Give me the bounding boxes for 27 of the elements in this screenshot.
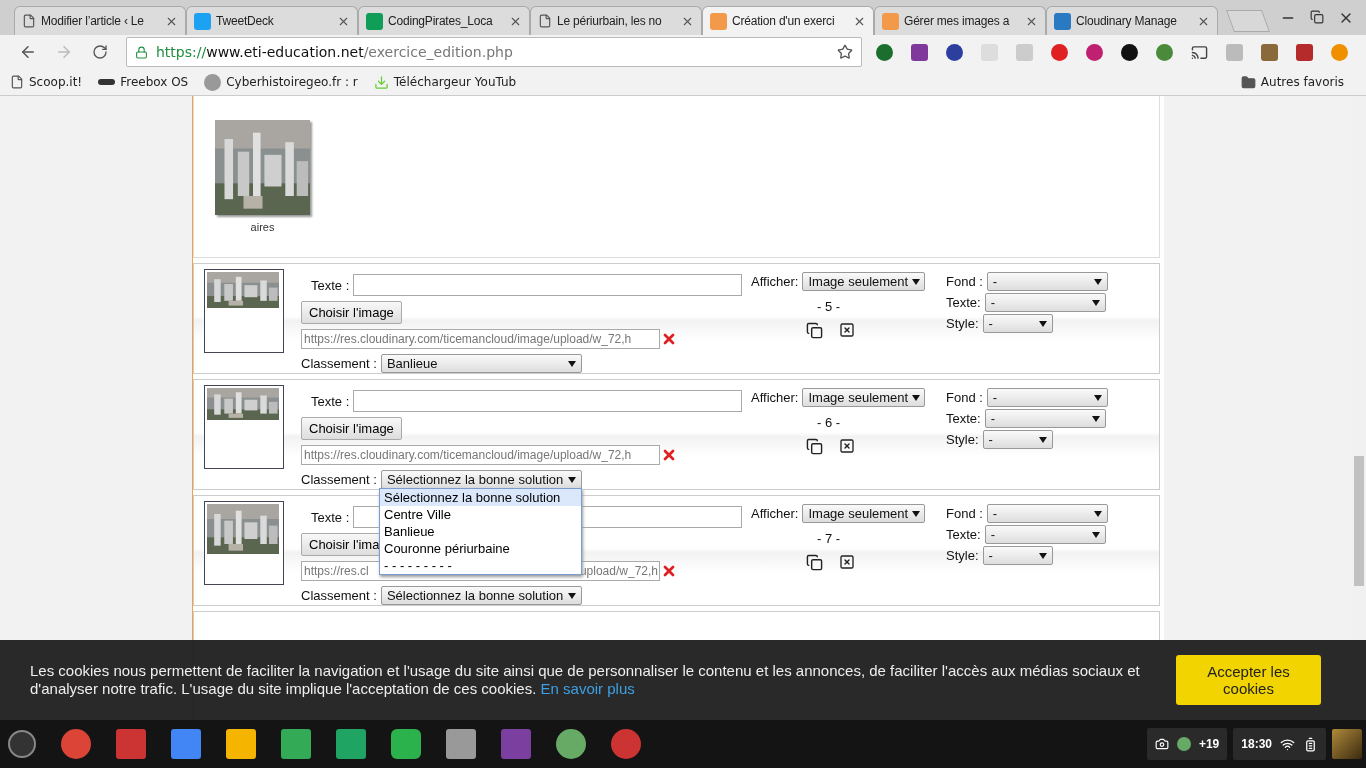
field-label: Fond : <box>946 506 983 522</box>
field-label: Texte : <box>311 509 350 525</box>
field-label: Style: <box>946 548 979 564</box>
field-label: Style: <box>946 316 979 332</box>
field-label: Fond : <box>946 274 983 290</box>
field-label: Classement : <box>301 588 377 604</box>
thumbnail-caption: aires <box>250 221 275 233</box>
field-label: Texte : <box>311 277 350 293</box>
field-label: Texte: <box>946 411 981 427</box>
field-label: Fond : <box>946 390 983 406</box>
field-label: Texte: <box>946 527 981 543</box>
field-label: Afficher: <box>751 274 799 290</box>
cookie-message: Les cookies nous permettent de faciliter la navigation et l'usage du site ainsi que de personnaliser le contenu et les annonces, de faciliter l'accès aux médias sociaux et d'analyser notre trafic. L'usage du site implique l'acceptation de ces cookies. En savoir plus <box>30 662 1140 698</box>
field-label: Texte : <box>311 393 350 409</box>
field-label: Afficher: <box>751 390 799 406</box>
url-text: upload/w_72,h <box>579 563 658 581</box>
question-number: - 5 - <box>816 299 841 315</box>
field-label: Style: <box>946 432 979 448</box>
question-number: - 6 - <box>816 415 841 431</box>
url-text: https://res.cloudinary.com/ticemancloud/image/upload/w_72,h <box>304 331 632 349</box>
url-text: https://res.cl <box>304 563 369 581</box>
field-label: Texte: <box>946 295 981 311</box>
question-number: - 7 - <box>816 531 841 547</box>
url-text: https://res.cloudinary.com/ticemancloud/image/upload/w_72,h <box>304 447 632 465</box>
field-label: Afficher: <box>751 506 799 522</box>
field-label: Classement : <box>301 356 377 372</box>
field-label: Classement : <box>301 472 377 488</box>
